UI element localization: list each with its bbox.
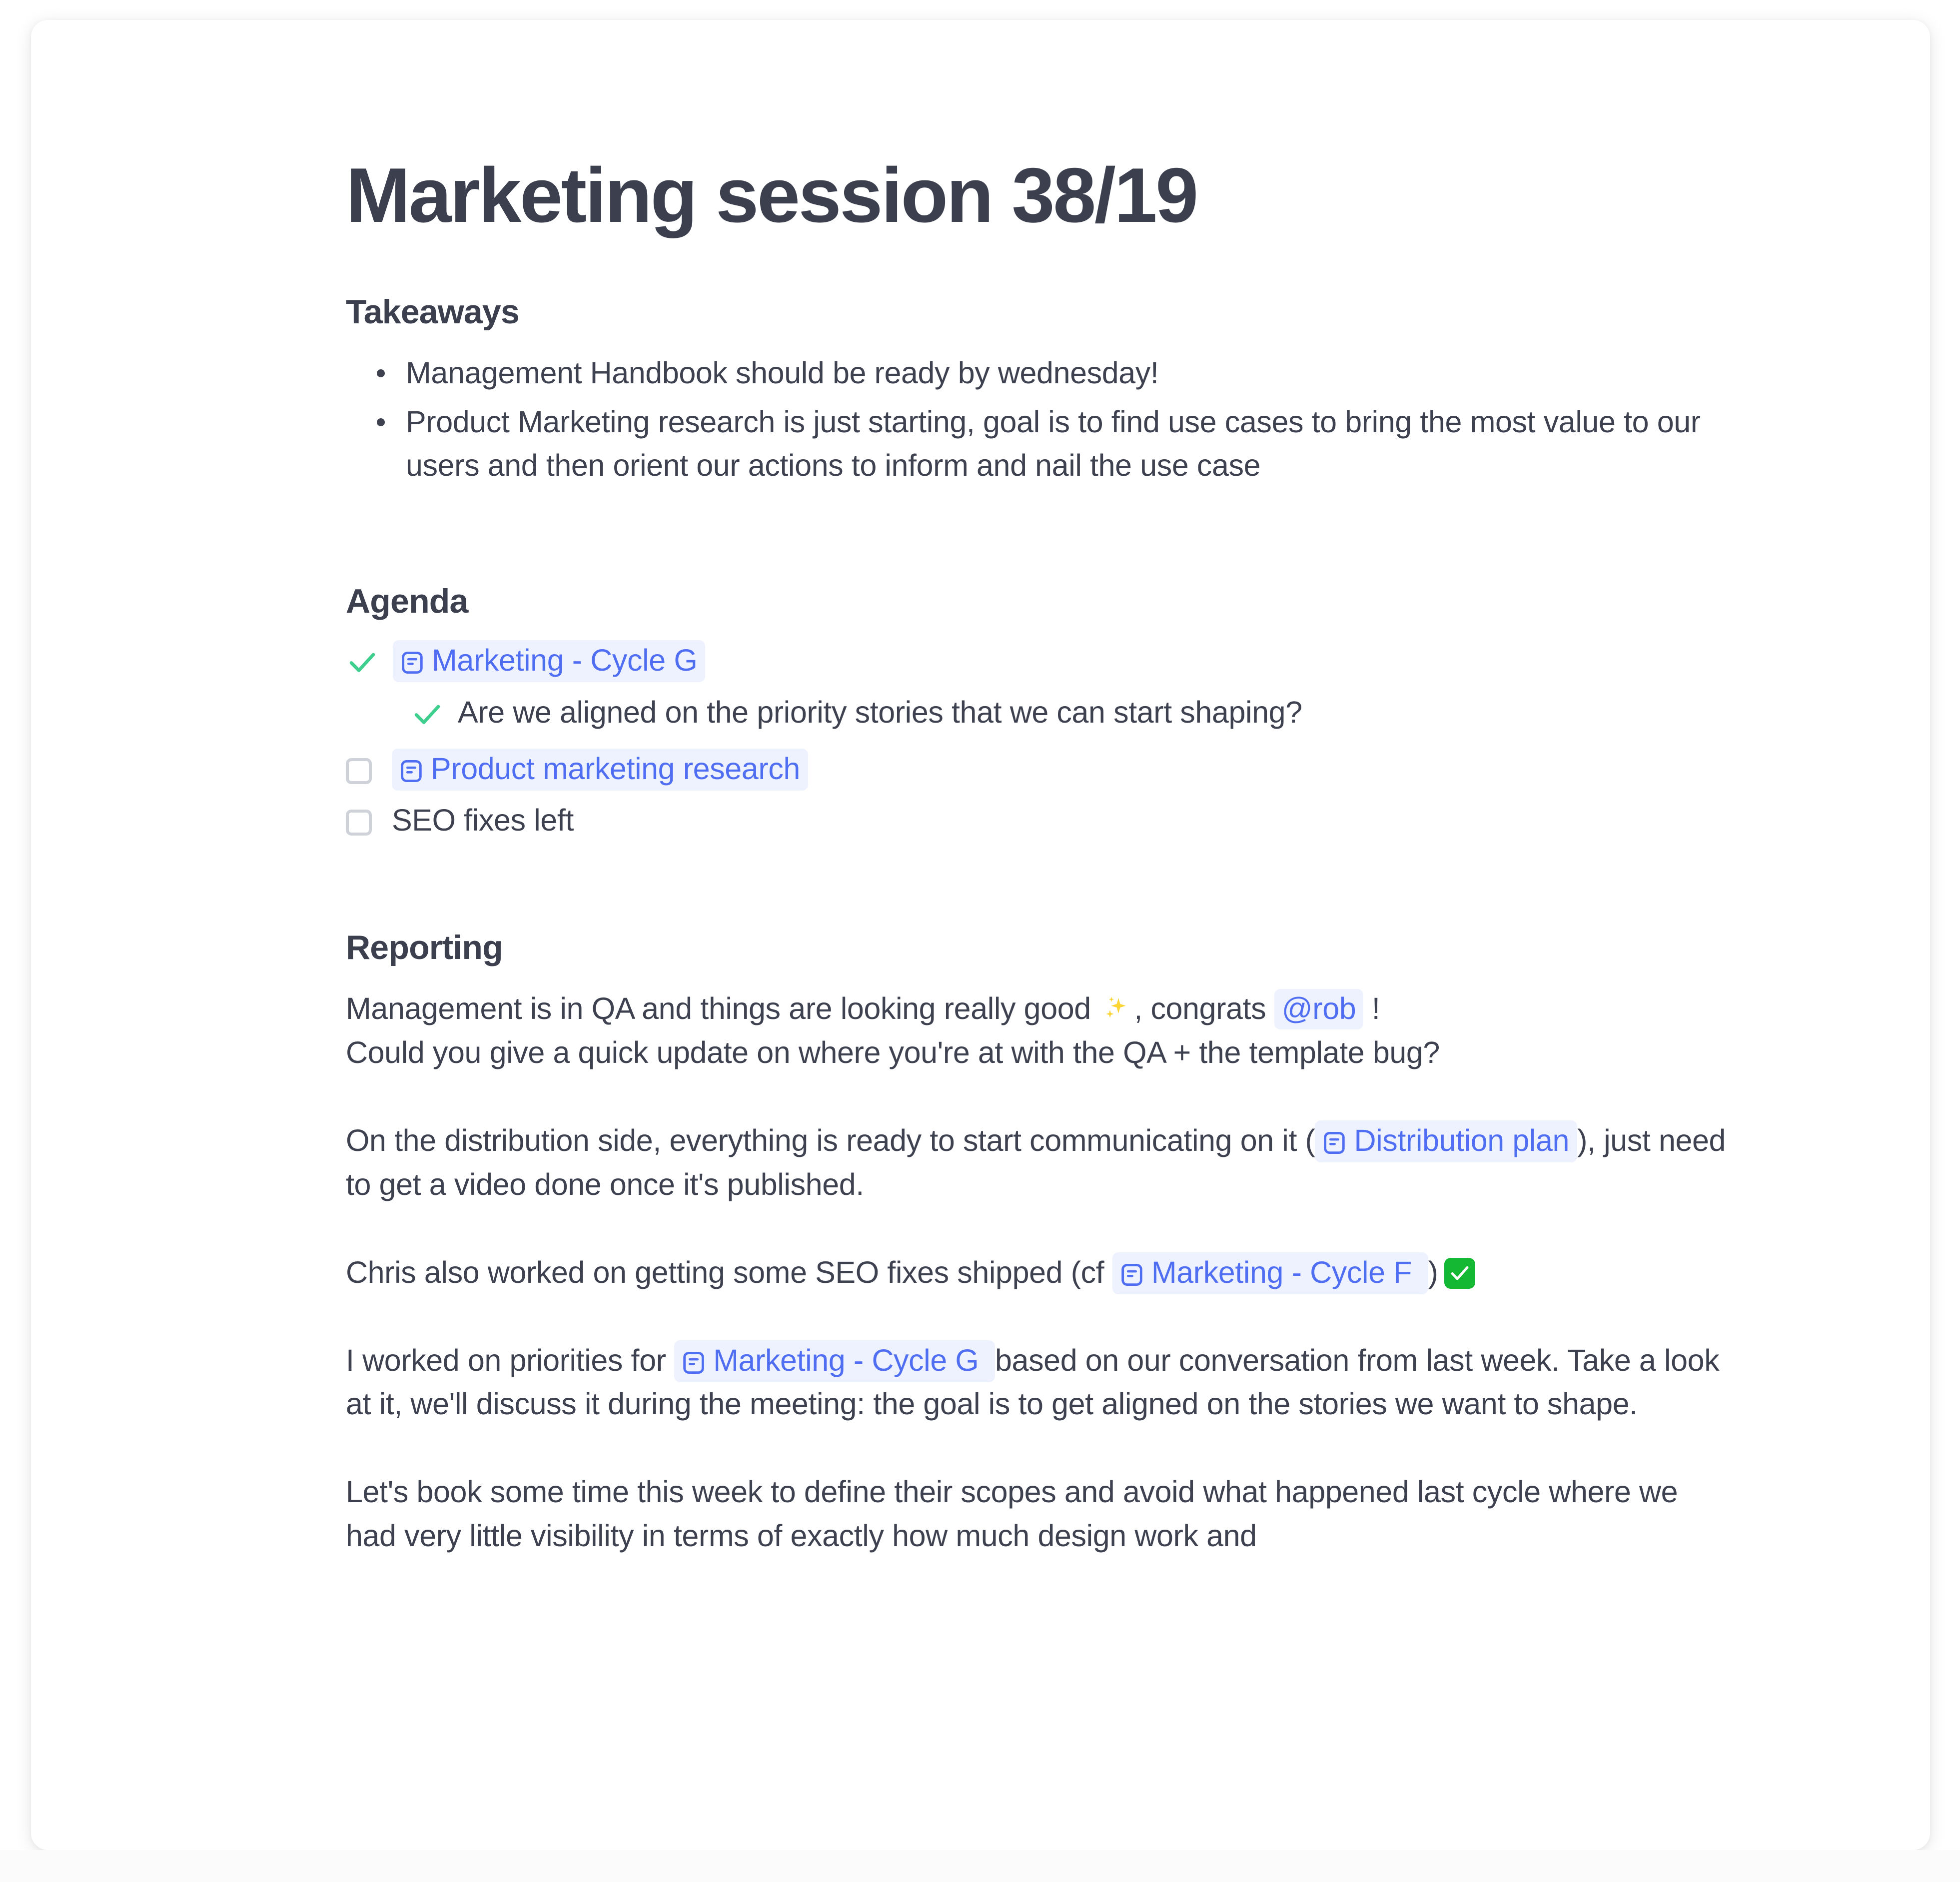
- page-icon: [681, 1350, 706, 1375]
- document-card: Marketing session 38/19 Takeaways Manage…: [31, 20, 1930, 1850]
- section-agenda: Agenda Marketing - Cycle G Are we aligne…: [346, 582, 1730, 840]
- agenda-subitem-label: Are we aligned on the priority stories t…: [458, 695, 1302, 729]
- paragraph-text: !: [1371, 991, 1380, 1026]
- agenda-checklist: Marketing - Cycle G Are we aligned on th…: [346, 640, 1730, 840]
- checked-checkbox-icon[interactable]: [411, 698, 444, 731]
- page-icon: [1322, 1130, 1347, 1155]
- reporting-heading[interactable]: Reporting: [346, 928, 1730, 967]
- doc-link-label: Distribution plan: [1354, 1123, 1570, 1158]
- page-icon: [399, 759, 424, 784]
- agenda-item-marketing-cycle-g[interactable]: Marketing - Cycle G: [346, 640, 1730, 683]
- agenda-heading[interactable]: Agenda: [346, 582, 1730, 621]
- doc-link-label: Product marketing research: [431, 751, 800, 786]
- paragraph-text: , congrats: [1134, 991, 1266, 1026]
- takeaway-text: Management Handbook should be ready by w…: [406, 355, 1159, 390]
- doc-link-label: Marketing - Cycle G: [432, 643, 698, 678]
- sparkles-emoji: [1102, 994, 1131, 1023]
- reporting-paragraph-3[interactable]: Chris also worked on getting some SEO fi…: [346, 1251, 1730, 1295]
- unchecked-checkbox-icon[interactable]: [346, 758, 372, 784]
- takeaways-list: Management Handbook should be ready by w…: [346, 351, 1730, 488]
- reporting-paragraph-4[interactable]: I worked on priorities for Marketing - C…: [346, 1339, 1730, 1427]
- reporting-paragraph-2[interactable]: On the distribution side, everything is …: [346, 1119, 1730, 1207]
- reporting-paragraph-5[interactable]: Let's book some time this week to define…: [346, 1470, 1730, 1558]
- doc-link-label: Marketing - Cycle F: [1151, 1255, 1412, 1289]
- takeaways-heading[interactable]: Takeaways: [346, 292, 1730, 331]
- paragraph-text: Let's book some time this week to define…: [346, 1475, 1678, 1553]
- doc-link-marketing-cycle-g-2[interactable]: Marketing - Cycle G: [674, 1340, 995, 1382]
- page-bottom-strip: [0, 1850, 1960, 1882]
- paragraph-text: Management is in QA and things are looki…: [346, 991, 1091, 1026]
- doc-link-product-marketing-research[interactable]: Product marketing research: [392, 748, 808, 791]
- list-item[interactable]: Management Handbook should be ready by w…: [377, 351, 1730, 395]
- paragraph-text: On the distribution side, everything is …: [346, 1123, 1315, 1158]
- reporting-paragraph-1[interactable]: Management is in QA and things are looki…: [346, 987, 1730, 1075]
- paragraph-text: I worked on priorities for: [346, 1343, 666, 1377]
- takeaway-text: Product Marketing research is just start…: [406, 404, 1701, 483]
- paragraph-text: Chris also worked on getting some SEO fi…: [346, 1255, 1104, 1289]
- white-check-mark-emoji: [1444, 1257, 1475, 1289]
- doc-link-label: Marketing - Cycle G: [713, 1343, 979, 1377]
- agenda-item-label: Marketing - Cycle G: [393, 640, 1730, 683]
- doc-link-distribution-plan[interactable]: Distribution plan: [1315, 1120, 1578, 1163]
- agenda-item-label: SEO fixes left: [392, 803, 574, 838]
- doc-link-marketing-cycle-g[interactable]: Marketing - Cycle G: [393, 640, 706, 683]
- doc-link-marketing-cycle-f[interactable]: Marketing - Cycle F: [1112, 1252, 1428, 1294]
- agenda-subitem-priority-stories[interactable]: Are we aligned on the priority stories t…: [346, 693, 1730, 732]
- agenda-item-seo-fixes-left[interactable]: SEO fixes left: [346, 801, 1730, 840]
- page-title[interactable]: Marketing session 38/19: [346, 154, 1730, 236]
- section-takeaways: Takeaways Management Handbook should be …: [346, 292, 1730, 488]
- agenda-item-label: Product marketing research: [392, 748, 1730, 791]
- page-icon: [400, 650, 425, 675]
- paragraph-line-2: Could you give a quick update on where y…: [346, 1035, 1440, 1070]
- mention-rob[interactable]: @rob: [1274, 989, 1364, 1030]
- paragraph-text: ): [1428, 1255, 1438, 1289]
- list-item[interactable]: Product Marketing research is just start…: [377, 400, 1730, 488]
- document-body[interactable]: Marketing session 38/19 Takeaways Manage…: [31, 20, 1930, 1850]
- checked-checkbox-icon[interactable]: [346, 646, 379, 679]
- agenda-item-product-marketing-research[interactable]: Product marketing research: [346, 748, 1730, 791]
- unchecked-checkbox-icon[interactable]: [346, 810, 372, 836]
- section-reporting: Reporting Management is in QA and things…: [346, 928, 1730, 1558]
- page-icon: [1119, 1262, 1144, 1287]
